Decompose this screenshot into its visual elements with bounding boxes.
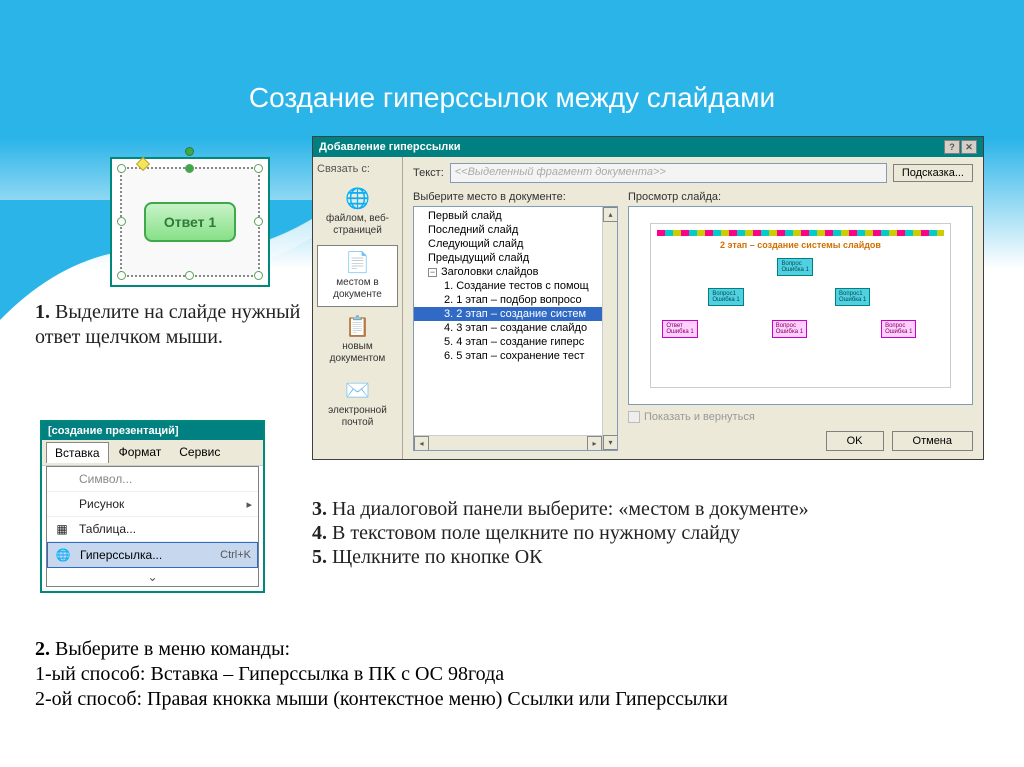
- tree-item: 2. 1 этап – подбор вопросо: [414, 293, 617, 307]
- answer-selection-figure: Ответ 1: [110, 157, 270, 287]
- side-email[interactable]: ✉️ электронной почтой: [317, 373, 398, 435]
- menu-item-hyperlink[interactable]: 🌐 Гиперссылка... Ctrl+K: [47, 542, 258, 568]
- globe-icon: 🌐: [54, 547, 72, 563]
- scroll-up-icon: ▴: [603, 207, 618, 222]
- file-web-icon: 🌐: [320, 188, 395, 211]
- preview-label: Просмотр слайда:: [628, 191, 973, 203]
- menu-service[interactable]: Сервис: [171, 442, 228, 463]
- menu-expand-icon[interactable]: ⌄: [47, 568, 258, 586]
- menu-item-picture[interactable]: Рисунок▸: [47, 492, 258, 517]
- rotate-handle-icon: [185, 147, 194, 156]
- place-icon: 📄: [320, 252, 395, 275]
- table-icon: ▦: [53, 521, 71, 537]
- tree-item: 4. 3 этап – создание слайдо: [414, 321, 617, 335]
- slide-title: Создание гиперссылок между слайдами: [0, 0, 1024, 114]
- menu-window-title: [создание презентаций]: [42, 422, 263, 440]
- email-icon: ✉️: [320, 380, 395, 403]
- tree-item: Следующий слайд: [414, 237, 617, 251]
- close-icon[interactable]: ✕: [961, 140, 977, 154]
- slide-preview: 2 этап – создание системы слайдов Вопрос…: [628, 206, 973, 405]
- tree-item: 5. 4 этап – создание гиперс: [414, 335, 617, 349]
- place-tree[interactable]: Первый слайд Последний слайд Следующий с…: [413, 206, 618, 451]
- menu-item-symbol[interactable]: Символ...: [47, 467, 258, 492]
- menu-insert[interactable]: Вставка: [46, 442, 109, 463]
- dialog-title: Добавление гиперссылки: [319, 141, 460, 153]
- steps-3-5: 3. На диалоговой панели выберите: «место…: [312, 497, 1002, 569]
- help-icon[interactable]: ?: [944, 140, 960, 154]
- choose-place-label: Выберите место в документе:: [413, 191, 618, 203]
- menu-format[interactable]: Формат: [111, 442, 170, 463]
- insert-dropdown: Символ... Рисунок▸ ▦Таблица... 🌐 Гиперсс…: [46, 466, 259, 587]
- tree-item: 6. 5 этап – сохранение тест: [414, 349, 617, 363]
- preview-slide-title: 2 этап – создание системы слайдов: [657, 240, 945, 250]
- scroll-down-icon: ▾: [603, 435, 618, 450]
- new-doc-icon: 📋: [320, 316, 395, 339]
- scrollbar-vertical[interactable]: ▴ ▾: [602, 207, 617, 450]
- cancel-button[interactable]: Отмена: [892, 431, 973, 451]
- tree-item: Предыдущий слайд: [414, 251, 617, 265]
- step-2-text: 2. Выберите в меню команды: 1-ый способ:…: [35, 637, 995, 712]
- menu-item-table[interactable]: ▦Таблица...: [47, 517, 258, 542]
- side-place-in-doc[interactable]: 📄 местом в документе: [317, 245, 398, 307]
- tree-item: −Заголовки слайдов: [414, 265, 617, 279]
- tree-item: Первый слайд: [414, 209, 617, 223]
- show-return-label: Показать и вернуться: [644, 411, 755, 423]
- preview-diagram: ВопросОшибка 1 Вопрос1Ошибка 1 Вопрос1Ош…: [657, 258, 945, 348]
- answer-1-button[interactable]: Ответ 1: [144, 202, 236, 242]
- scroll-right-icon: ▸: [587, 436, 602, 451]
- adjust-handle-icon: [136, 157, 150, 171]
- hint-button[interactable]: Подсказка...: [893, 164, 973, 182]
- scrollbar-horizontal[interactable]: ◂ ▸: [414, 435, 602, 450]
- link-with-label: Связать с:: [317, 161, 398, 179]
- hyperlink-dialog: Добавление гиперссылки ? ✕ Связать с: 🌐 …: [312, 136, 984, 460]
- text-input[interactable]: <<Выделенный фрагмент документа>>: [450, 163, 887, 183]
- tree-item: 1. Создание тестов с помощ: [414, 279, 617, 293]
- tree-item-selected: 3. 2 этап – создание систем: [414, 307, 617, 321]
- text-label: Текст:: [413, 167, 444, 179]
- menu-screenshot: [создание презентаций] Вставка Формат Се…: [40, 420, 265, 593]
- side-file-web[interactable]: 🌐 файлом, веб-страницей: [317, 181, 398, 243]
- tree-item: Последний слайд: [414, 223, 617, 237]
- side-new-doc[interactable]: 📋 новым документом: [317, 309, 398, 371]
- ok-button[interactable]: OK: [826, 431, 884, 451]
- scroll-left-icon: ◂: [414, 436, 429, 451]
- step-1-text: 1. Выделите на слайде нужный ответ щелчк…: [35, 300, 315, 350]
- show-return-checkbox: [628, 411, 640, 423]
